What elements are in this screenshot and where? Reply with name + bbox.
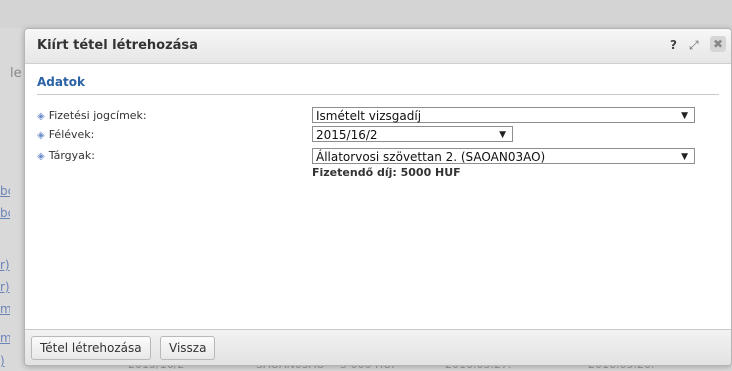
background-top-bar xyxy=(0,0,732,28)
semester-label: ◈ Félévek: xyxy=(37,128,94,141)
dialog-title: Kiírt tétel létrehozása xyxy=(37,38,198,53)
subjects-label-text: Tárgyak: xyxy=(48,149,95,162)
dropdown-arrow-icon: ▼ xyxy=(681,111,688,121)
diamond-bullet-icon: ◈ xyxy=(37,111,45,122)
back-button[interactable]: Vissza xyxy=(160,336,216,360)
dialog-header[interactable]: Kiírt tétel létrehozása ? ⤢ ✖ xyxy=(25,29,731,64)
background-link[interactable]: m xyxy=(0,331,10,345)
dropdown-arrow-icon: ▼ xyxy=(499,130,506,140)
diamond-bullet-icon: ◈ xyxy=(37,130,45,141)
dropdown-arrow-icon: ▼ xyxy=(681,152,688,162)
payment-title-select[interactable]: Ismételt vizsgadíj ▼ xyxy=(312,107,695,123)
semester-value: 2015/16/2 xyxy=(316,128,378,142)
section-divider xyxy=(37,94,719,95)
fee-amount: Fizetendő díj: 5000 HUF xyxy=(312,166,461,179)
semester-select[interactable]: 2015/16/2 ▼ xyxy=(312,126,513,142)
subjects-select[interactable]: Állatorvosi szövettan 2. (SAOAN03AO) ▼ xyxy=(312,148,695,164)
payment-title-label-text: Fizetési jogcímek: xyxy=(48,109,147,122)
background-link[interactable]: bc xyxy=(0,184,10,198)
diamond-bullet-icon: ◈ xyxy=(37,151,45,162)
dialog-footer: Tétel létrehozása Vissza xyxy=(25,329,731,365)
background-header-fragment: le xyxy=(10,66,22,81)
background-link[interactable]: ) xyxy=(0,354,10,368)
subjects-label: ◈ Tárgyak: xyxy=(37,149,95,162)
background-link[interactable]: r) xyxy=(0,258,10,272)
popout-icon[interactable]: ⤢ xyxy=(689,38,699,52)
payment-title-label: ◈ Fizetési jogcímek: xyxy=(37,109,147,122)
background-link[interactable]: r) xyxy=(0,280,10,294)
create-item-button[interactable]: Tétel létrehozása xyxy=(31,336,151,360)
close-icon[interactable]: ✖ xyxy=(710,36,726,52)
background-link[interactable]: bc xyxy=(0,206,10,220)
payment-title-value: Ismételt vizsgadíj xyxy=(316,109,422,123)
semester-label-text: Félévek: xyxy=(48,128,95,141)
background-link[interactable]: m xyxy=(0,302,10,316)
create-item-dialog: Kiírt tétel létrehozása ? ⤢ ✖ Adatok ◈ Fi… xyxy=(24,28,732,366)
section-title: Adatok xyxy=(37,75,85,89)
help-icon[interactable]: ? xyxy=(670,38,677,52)
subjects-value: Állatorvosi szövettan 2. (SAOAN03AO) xyxy=(316,150,546,164)
